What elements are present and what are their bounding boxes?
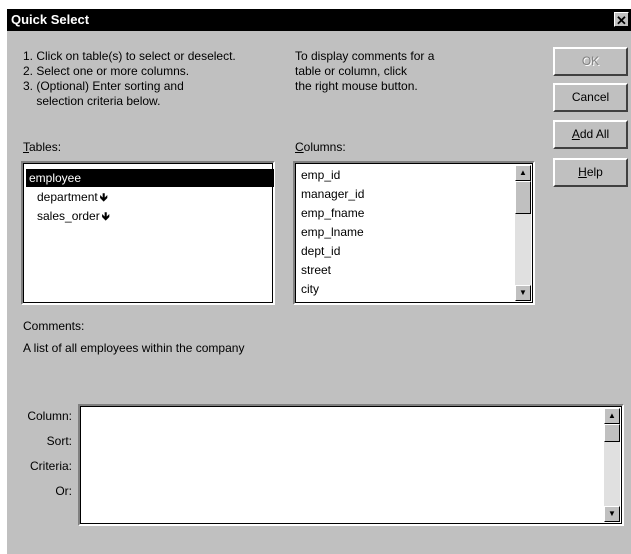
ok-button[interactable]: OK [553,47,628,76]
instruction-line-3: 3. (Optional) Enter sorting and [23,79,184,93]
title-bar[interactable]: Quick Select ✕ [7,9,631,31]
scroll-down-button[interactable]: ▼ [515,285,531,301]
hint-line-3: the right mouse button. [295,79,418,93]
window-title: Quick Select [11,12,90,27]
scroll-down-button[interactable]: ▼ [604,506,620,522]
scroll-up-button[interactable]: ▲ [515,165,531,181]
instruction-line-4: selection criteria below. [23,94,161,108]
scroll-up-icon: ▲ [608,411,616,420]
hint-line-1: To display comments for a [295,49,435,63]
criteria-scrollbar[interactable]: ▲ ▼ [604,408,620,522]
column-item-city[interactable]: city [298,280,322,298]
comments-label: Comments: [23,319,85,333]
columns-label-mnemonic: C [295,140,304,154]
table-item-label: sales_order [37,209,100,223]
column-item-emp-lname[interactable]: emp_lname [298,223,367,241]
scroll-up-icon: ▲ [519,168,527,177]
help-label: elp [586,165,603,179]
columns-list[interactable]: emp_id manager_id emp_fname emp_lname de… [293,161,535,305]
tables-label-text: ables: [29,140,62,154]
scroll-down-icon: ▼ [608,509,616,518]
tables-label: Tables: [23,140,61,154]
comments-text: A list of all employees within the compa… [23,341,245,355]
instruction-line-2: 2. Select one or more columns. [23,64,190,78]
criteria-label: Criteria: [29,459,72,473]
sort-criteria-label: Sort: [46,434,72,448]
or-criteria-label: Or: [55,484,72,498]
down-arrow-icon: 🡻 [99,192,108,204]
add-all-button[interactable]: Add All [553,120,628,149]
scroll-thumb[interactable] [515,181,531,214]
table-item-employee[interactable]: employee [26,169,274,187]
column-item-street[interactable]: street [298,261,334,279]
columns-label-text: olumns: [303,140,346,154]
scroll-up-button[interactable]: ▲ [604,408,620,424]
table-item-department[interactable]: department 🡻 [34,188,111,206]
scroll-down-icon: ▼ [519,288,527,297]
tables-list[interactable]: employee department 🡻 sales_order 🡻 [21,161,275,305]
column-item-emp-id[interactable]: emp_id [298,166,343,184]
column-item-dept-id[interactable]: dept_id [298,242,343,260]
table-item-sales-order[interactable]: sales_order 🡻 [34,207,113,225]
column-item-manager-id[interactable]: manager_id [298,185,367,203]
down-arrow-icon: 🡻 [101,211,110,223]
table-item-label: employee [29,171,82,185]
scroll-thumb[interactable] [604,424,620,442]
add-all-label: dd All [579,127,610,141]
instruction-line-1: 1. Click on table(s) to select or desele… [23,49,236,63]
column-item-emp-fname[interactable]: emp_fname [298,204,367,222]
column-criteria-label: Column: [27,409,72,423]
quick-select-dialog: Quick Select ✕ 1. Click on table(s) to s… [7,9,631,554]
help-button[interactable]: Help [553,158,628,187]
criteria-grid[interactable]: ▲ ▼ [78,404,624,526]
columns-scrollbar[interactable]: ▲ ▼ [515,165,531,301]
table-item-label: department [37,190,98,204]
help-mnemonic: H [578,165,587,179]
add-all-mnemonic: A [571,127,580,141]
close-icon: ✕ [616,13,627,28]
close-button[interactable]: ✕ [614,12,629,28]
cancel-button[interactable]: Cancel [553,83,628,112]
columns-label: Columns: [295,140,346,154]
hint-line-2: table or column, click [295,64,408,78]
